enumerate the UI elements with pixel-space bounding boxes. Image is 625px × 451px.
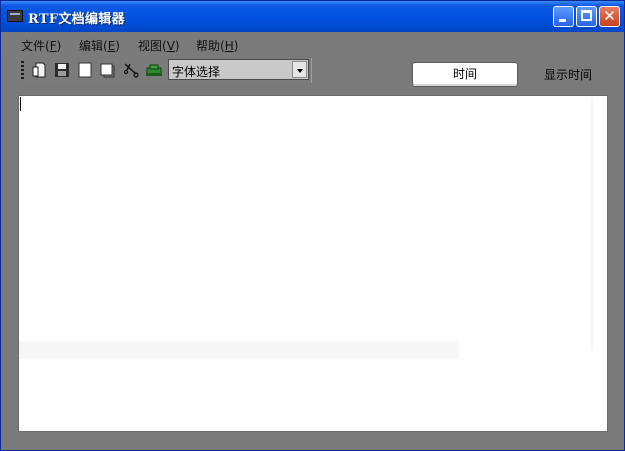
menu-help-close: ) [233, 39, 239, 53]
faint-scroll-edge [591, 99, 593, 349]
menu-view-close: ) [174, 39, 180, 53]
copy-icon[interactable] [99, 61, 117, 79]
cut-icon[interactable] [122, 61, 140, 79]
menu-file-accelerator: F [49, 39, 57, 53]
menu-help-label: 帮助( [196, 39, 225, 53]
close-button[interactable]: ✕ [599, 6, 620, 27]
time-display-label: 显示时间 [544, 68, 593, 82]
toolbar: 字体选择 [18, 58, 312, 83]
faint-status-overlay [19, 341, 459, 359]
menu-view-accelerator: V [166, 39, 175, 53]
menu-edit[interactable]: 编辑(E) [79, 37, 120, 54]
app-icon [7, 10, 23, 22]
save-icon[interactable] [53, 61, 71, 79]
new-document-icon[interactable] [30, 61, 48, 79]
menu-help-accelerator: H [224, 39, 234, 53]
time-button[interactable]: 时间 [412, 62, 518, 87]
close-icon: ✕ [603, 7, 616, 25]
maximize-icon [581, 10, 592, 21]
toolbar-grip[interactable] [21, 61, 24, 79]
menu-bar: 文件(F) 编辑(E) 视图(V) 帮助(H) [1, 32, 624, 57]
chevron-down-icon[interactable] [292, 61, 307, 78]
menu-edit-close: ) [115, 39, 120, 53]
minimize-icon [559, 19, 566, 22]
menu-view-label: 视图( [138, 39, 167, 53]
menu-file-label: 文件( [21, 39, 50, 53]
rich-text-editor[interactable] [18, 95, 608, 432]
menu-edit-label: 编辑( [79, 39, 108, 53]
font-select-value: 字体选择 [172, 65, 221, 79]
blank-page-icon[interactable] [76, 61, 94, 79]
paste-icon[interactable] [145, 61, 163, 79]
text-caret [20, 97, 21, 111]
window-title: RTF文档编辑器 [28, 12, 125, 27]
menu-view[interactable]: 视图(V) [138, 37, 180, 54]
app-window: RTF文档编辑器 ✕ 文件(F) 编辑(E) 视图(V) 帮助(H) 字体选择 … [0, 0, 625, 451]
menu-file[interactable]: 文件(F) [21, 37, 61, 54]
menu-help[interactable]: 帮助(H) [196, 37, 238, 54]
maximize-button[interactable] [576, 6, 597, 27]
menu-file-close: ) [56, 39, 62, 53]
title-bar[interactable]: RTF文档编辑器 ✕ [1, 1, 624, 32]
minimize-button[interactable] [553, 6, 574, 27]
font-select[interactable]: 字体选择 [168, 59, 309, 80]
